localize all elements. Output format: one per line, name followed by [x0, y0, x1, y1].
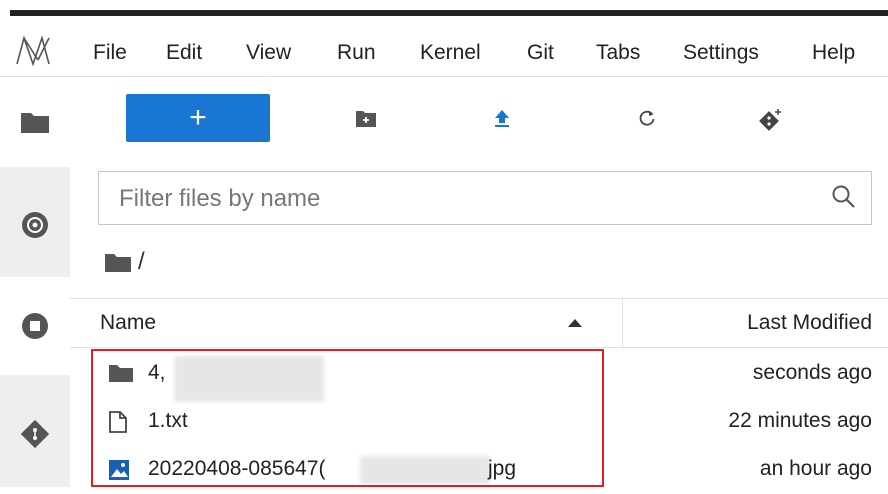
file-list-header: Name Last Modified	[70, 298, 888, 348]
menu-git[interactable]: Git	[527, 40, 554, 66]
sidebar-tab-files[interactable]	[0, 77, 70, 167]
column-divider	[622, 299, 623, 347]
search-icon	[832, 185, 855, 208]
left-sidebar	[0, 77, 70, 487]
menu-edit[interactable]: Edit	[166, 40, 202, 66]
window-top-bar	[0, 0, 888, 16]
top-strip	[10, 10, 888, 16]
menu-tabs[interactable]: Tabs	[596, 40, 640, 66]
new-folder-icon	[356, 111, 376, 127]
breadcrumb-path: /	[138, 248, 145, 275]
menu-kernel[interactable]: Kernel	[420, 40, 481, 66]
column-header-modified[interactable]: Last Modified	[747, 311, 872, 335]
home-folder-icon	[105, 254, 131, 272]
refresh-icon	[639, 110, 655, 126]
sort-ascending-icon	[568, 319, 582, 327]
file-modified: an hour ago	[759, 457, 872, 480]
column-header-name[interactable]: Name	[100, 311, 156, 335]
breadcrumb[interactable]: /	[104, 246, 145, 278]
sidebar-tab-commands[interactable]	[0, 277, 70, 375]
stop-icon	[22, 313, 48, 339]
menu-run[interactable]: Run	[337, 40, 376, 66]
running-icon	[22, 212, 48, 238]
menu-view[interactable]: View	[246, 40, 291, 66]
new-folder-button[interactable]	[354, 106, 378, 130]
menu-file[interactable]: File	[93, 40, 127, 66]
folder-icon	[21, 113, 49, 133]
git-clone-button[interactable]	[756, 106, 784, 134]
refresh-button[interactable]	[635, 106, 659, 130]
git-icon	[20, 419, 50, 449]
highlight-box	[91, 349, 604, 487]
file-modified: seconds ago	[752, 361, 872, 384]
filter-box	[98, 171, 872, 225]
menu-bar: File Edit View Run Kernel Git Tabs Setti…	[0, 18, 888, 77]
menu-help[interactable]: Help	[812, 40, 855, 66]
menu-settings[interactable]: Settings	[683, 40, 759, 66]
upload-button[interactable]	[490, 106, 514, 130]
upload-icon	[495, 110, 509, 127]
file-modified: 22 minutes ago	[728, 409, 872, 432]
new-launcher-button[interactable]: +	[126, 94, 270, 142]
filter-input[interactable]	[117, 182, 801, 216]
sidebar-tab-git[interactable]	[0, 381, 70, 487]
git-clone-icon	[759, 109, 781, 131]
jupyter-logo-icon	[16, 35, 50, 67]
sidebar-tab-running[interactable]	[0, 175, 70, 275]
